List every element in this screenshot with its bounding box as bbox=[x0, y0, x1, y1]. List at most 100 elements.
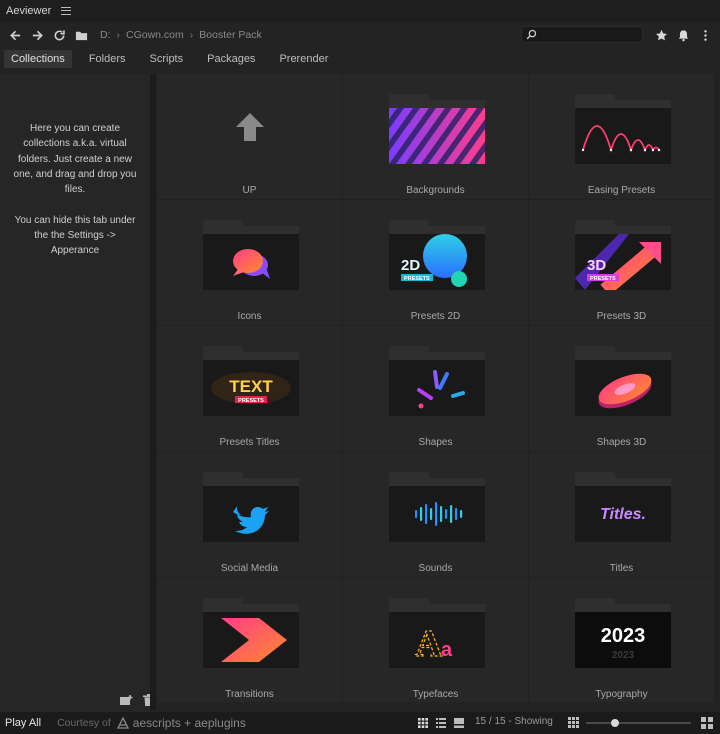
tab-packages[interactable]: Packages bbox=[200, 50, 262, 68]
folder-icon bbox=[575, 346, 671, 416]
svg-text:2023: 2023 bbox=[612, 650, 635, 661]
folder-tile[interactable]: 3D PRESETS Presets 3D bbox=[529, 200, 714, 325]
thumbnail-image bbox=[233, 249, 270, 279]
item-count: 15 / 15 - Showing bbox=[475, 716, 553, 727]
thumbnail-image bbox=[417, 370, 465, 409]
forward-arrow-icon[interactable] bbox=[26, 24, 48, 46]
folder-tile[interactable]: Backgrounds bbox=[343, 74, 528, 199]
app-title: Aeviewer bbox=[6, 5, 52, 17]
tab-scripts[interactable]: Scripts bbox=[143, 50, 191, 68]
folder-tile[interactable]: 2023 2023 Typography bbox=[529, 578, 714, 702]
thumbnail-image bbox=[389, 108, 485, 164]
thumbnail-image bbox=[221, 618, 287, 662]
svg-text:3D: 3D bbox=[587, 257, 606, 274]
tab-bar: Collections Folders Scripts Packages Pre… bbox=[0, 48, 720, 70]
slider-handle[interactable] bbox=[611, 719, 620, 727]
tab-collections[interactable]: Collections bbox=[4, 50, 72, 68]
tile-label: Icons bbox=[237, 311, 262, 322]
star-icon[interactable] bbox=[650, 26, 672, 44]
thumbnail-image bbox=[598, 373, 652, 409]
folder-tile[interactable]: Shapes bbox=[343, 326, 528, 451]
thumbnail-image bbox=[415, 502, 463, 526]
large-grid-icon[interactable] bbox=[701, 717, 713, 729]
folder-tile[interactable]: Easing Presets bbox=[529, 74, 714, 199]
up-folder-tile[interactable]: UP bbox=[157, 74, 342, 199]
play-all-button[interactable]: Play All bbox=[0, 717, 41, 729]
breadcrumb-separator-icon: › bbox=[189, 29, 194, 41]
tile-label: Presets 2D bbox=[410, 311, 461, 322]
thumbnail-image: 2023 2023 bbox=[575, 612, 671, 668]
folder-tile[interactable]: Social Media bbox=[157, 452, 342, 577]
thumbnail-image bbox=[581, 125, 661, 154]
folder-icon bbox=[389, 346, 485, 416]
search-box[interactable] bbox=[521, 26, 643, 43]
folder-icon: Aa bbox=[389, 598, 485, 668]
folder-tile[interactable]: Transitions bbox=[157, 578, 342, 702]
svg-text:Titles.: Titles. bbox=[600, 506, 646, 523]
folder-icon bbox=[575, 94, 671, 164]
tile-label: Presets Titles bbox=[219, 437, 280, 448]
svg-text:a: a bbox=[441, 639, 453, 661]
folder-tile[interactable]: Aa Typefaces bbox=[343, 578, 528, 702]
folder-tile[interactable]: Shapes 3D bbox=[529, 326, 714, 451]
detail-view-icon[interactable] bbox=[450, 716, 468, 730]
folder-icon[interactable] bbox=[70, 24, 92, 46]
tile-label: UP bbox=[242, 185, 257, 196]
breadcrumb-drive[interactable]: D: bbox=[100, 29, 111, 41]
tile-label: Titles bbox=[609, 563, 634, 574]
folder-icon: 2023 2023 bbox=[575, 598, 671, 668]
folder-tile[interactable]: 2D PRESETS Presets 2D bbox=[343, 200, 528, 325]
thumbnail-image bbox=[233, 505, 269, 534]
refresh-icon[interactable] bbox=[48, 24, 70, 46]
folder-icon: Titles. bbox=[575, 472, 671, 542]
breadcrumb-current[interactable]: Booster Pack bbox=[199, 29, 261, 41]
view-mode-buttons bbox=[414, 716, 468, 730]
more-options-icon[interactable] bbox=[694, 26, 716, 44]
tab-folders[interactable]: Folders bbox=[82, 50, 133, 68]
folder-icon bbox=[389, 94, 485, 164]
title-bar: Aeviewer bbox=[0, 0, 720, 22]
panel-splitter[interactable] bbox=[150, 74, 156, 710]
courtesy-brand[interactable]: aescripts + aeplugins bbox=[133, 716, 246, 730]
list-view-icon[interactable] bbox=[432, 716, 450, 730]
folder-tile[interactable]: Titles. Titles bbox=[529, 452, 714, 577]
svg-text:2D: 2D bbox=[401, 257, 420, 274]
tab-prerender[interactable]: Prerender bbox=[272, 50, 335, 68]
folder-icon: 3D PRESETS bbox=[575, 220, 671, 290]
folder-tile[interactable]: TEXT PRESETS Presets Titles bbox=[157, 326, 342, 451]
courtesy-prefix: Courtesy of bbox=[57, 717, 111, 729]
folder-tile[interactable]: Icons bbox=[157, 200, 342, 325]
folder-icon bbox=[203, 220, 299, 290]
search-input[interactable] bbox=[541, 29, 641, 40]
up-arrow-icon bbox=[236, 113, 264, 141]
status-bar: Play All Courtesy of aescripts + aeplugi… bbox=[0, 712, 720, 734]
tile-label: Shapes bbox=[418, 437, 453, 448]
tile-label: Easing Presets bbox=[587, 185, 656, 196]
tile-label: Social Media bbox=[220, 563, 279, 574]
folder-icon: 2D PRESETS bbox=[389, 220, 485, 290]
tile-label: Typefaces bbox=[412, 689, 459, 700]
asset-grid-area: UP Backgrounds Easing Presets Icons 2D PRESET… bbox=[157, 74, 717, 702]
tile-label: Backgrounds bbox=[406, 185, 465, 196]
svg-text:A: A bbox=[415, 623, 443, 665]
tile-label: Typography bbox=[595, 689, 648, 700]
back-arrow-icon[interactable] bbox=[4, 24, 26, 46]
small-grid-icon[interactable] bbox=[568, 717, 579, 728]
svg-text:TEXT: TEXT bbox=[229, 377, 273, 396]
breadcrumb-separator-icon: › bbox=[116, 29, 121, 41]
bell-icon[interactable] bbox=[672, 26, 694, 44]
hamburger-menu-icon[interactable] bbox=[61, 7, 72, 15]
tile-label: Sounds bbox=[418, 563, 453, 574]
courtesy-credit: Courtesy of aescripts + aeplugins bbox=[57, 716, 246, 730]
folder-tile[interactable]: Sounds bbox=[343, 452, 528, 577]
thumbnail-image: TEXT PRESETS bbox=[211, 372, 291, 404]
asset-grid: UP Backgrounds Easing Presets Icons 2D PRESET… bbox=[157, 74, 717, 702]
add-collection-icon[interactable] bbox=[118, 693, 134, 707]
grid-view-icon[interactable] bbox=[414, 716, 432, 730]
svg-text:PRESETS: PRESETS bbox=[404, 276, 430, 282]
tile-label: Presets 3D bbox=[596, 311, 647, 322]
search-icon bbox=[526, 29, 537, 40]
collections-sidebar: Here you can create collections a.k.a. v… bbox=[0, 74, 154, 712]
breadcrumb-site[interactable]: CGown.com bbox=[126, 29, 184, 41]
thumbnail-size-slider[interactable] bbox=[586, 719, 691, 727]
